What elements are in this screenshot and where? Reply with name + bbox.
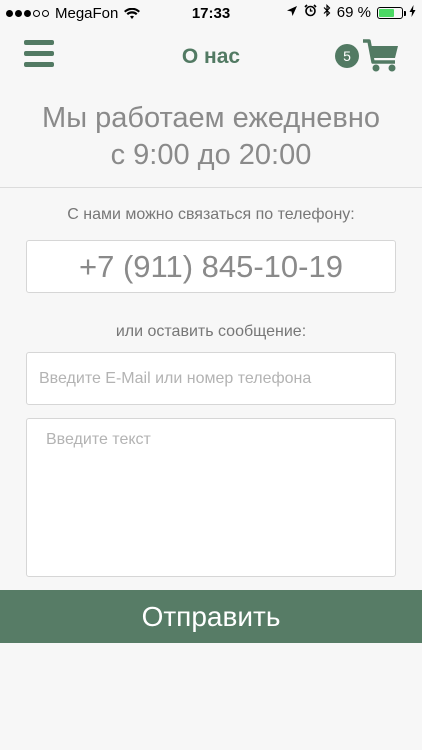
charging-bolt-icon bbox=[409, 4, 416, 21]
working-hours: Мы работаем ежедневно с 9:00 до 20:00 bbox=[0, 100, 422, 174]
contact-phone-label: С нами можно связаться по телефону: bbox=[67, 206, 355, 223]
nav-bar: О нас 5 bbox=[0, 28, 422, 88]
battery-fill bbox=[379, 8, 395, 17]
status-right: 69 % bbox=[286, 4, 416, 21]
message-textarea[interactable] bbox=[26, 418, 396, 577]
alarm-icon bbox=[304, 4, 317, 21]
location-arrow-icon bbox=[286, 4, 298, 21]
battery-icon bbox=[377, 6, 406, 19]
phone-number[interactable]: +7 (911) 845-10-19 bbox=[26, 240, 396, 293]
battery-percent: 69 % bbox=[336, 4, 371, 21]
email-or-phone-input[interactable] bbox=[26, 352, 396, 405]
status-bar: MegaFon 17:33 69 % bbox=[0, 0, 422, 28]
divider bbox=[0, 187, 422, 188]
send-button[interactable]: Отправить bbox=[0, 590, 422, 643]
bluetooth-icon bbox=[323, 4, 331, 21]
hours-line-1: Мы работаем ежедневно bbox=[42, 102, 380, 134]
cart-count-badge[interactable]: 5 bbox=[335, 44, 359, 68]
shopping-cart-icon[interactable] bbox=[362, 38, 400, 74]
message-label: или оставить сообщение: bbox=[115, 323, 307, 340]
hours-line-2: с 9:00 до 20:00 bbox=[110, 139, 312, 171]
